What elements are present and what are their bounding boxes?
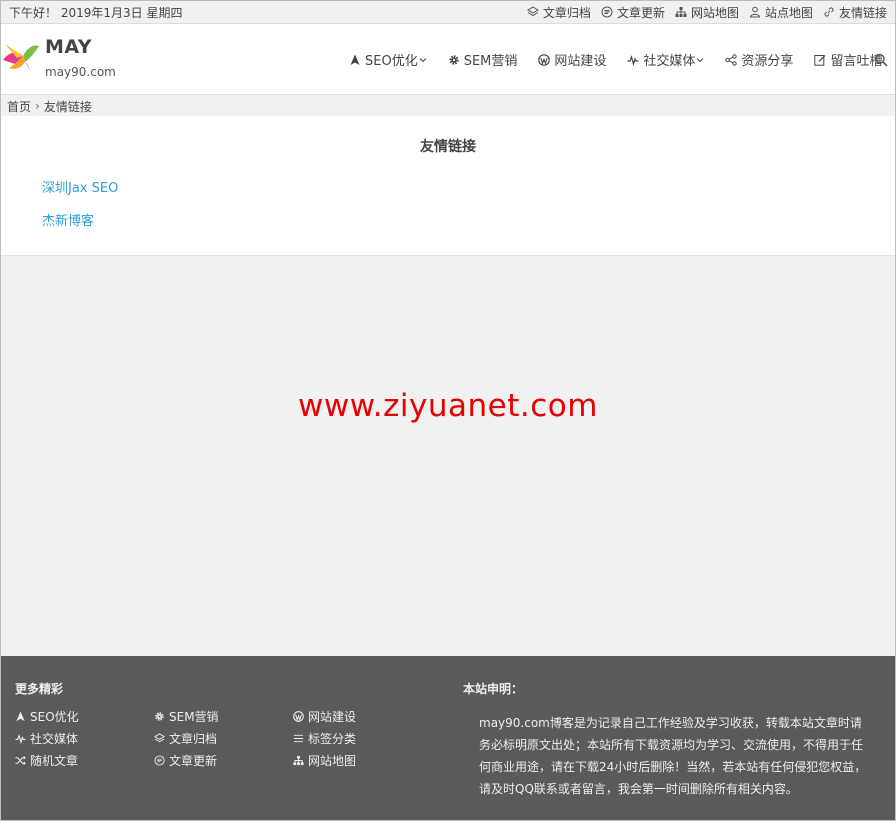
footer-link-label: 社交媒体	[30, 732, 79, 746]
footer-link-updates[interactable]: 文章更新	[154, 752, 217, 769]
top-link-archive[interactable]: 文章归档	[526, 4, 591, 21]
top-links: 文章归档 文章更新 网站地图 站点地图 友情链接	[517, 4, 887, 21]
friend-link-item[interactable]: 杰新博客	[42, 210, 94, 229]
footer-notice-title: 本站申明：	[463, 682, 524, 696]
top-link-friend-links[interactable]: 友情链接	[823, 4, 887, 21]
page-title: 友情链接	[420, 139, 476, 155]
top-link-sitemap[interactable]: 网站地图	[675, 4, 739, 21]
content-panel: 友情链接 深圳Jax SEO 杰新博客	[1, 116, 895, 256]
footer-link-label: SEO优化	[30, 710, 79, 724]
breadcrumb: 首页 › 友情链接	[1, 96, 895, 116]
gear-icon	[155, 712, 164, 721]
chevron-down-icon	[419, 57, 427, 62]
footer-link-archive[interactable]: 文章归档	[154, 730, 217, 747]
friend-link-item[interactable]: 深圳Jax SEO	[42, 177, 118, 196]
top-link-site-map[interactable]: 站点地图	[749, 4, 813, 21]
rocket-icon	[350, 54, 360, 65]
layers-icon	[526, 6, 539, 17]
nav-item-label: 社交媒体	[643, 54, 696, 69]
footer-link-sem[interactable]: SEM营销	[154, 708, 219, 725]
main-nav: SEO优化 SEM营销 网站建设 社交媒体 资源分享 留言吐槽	[349, 50, 896, 69]
footer-link-label: 文章归档	[169, 732, 218, 746]
nav-item-label: SEM营销	[463, 54, 518, 69]
site-domain: may90.com	[45, 65, 116, 79]
site-header: MAY may90.com SEO优化 SEM营销 网站建设 社交媒体 资源分享…	[1, 24, 895, 95]
footer-link-random[interactable]: 随机文章	[15, 752, 78, 769]
top-link-label: 文章归档	[542, 5, 591, 20]
layers-icon	[154, 733, 165, 743]
footer-more-title: 更多精彩	[15, 682, 64, 696]
top-bar: 下午好！ 2019年1月3日 星期四 文章归档 文章更新 网站地图 站点地图 友…	[1, 1, 895, 24]
nav-item-label: SEO优化	[365, 54, 418, 69]
share-icon	[725, 53, 738, 66]
footer-link-tags[interactable]: 标签分类	[293, 730, 356, 747]
wordpress-icon	[538, 53, 551, 66]
list-icon	[293, 734, 304, 743]
chevron-down-icon	[697, 57, 704, 62]
pulse-icon	[627, 54, 639, 66]
gear-icon	[449, 54, 459, 65]
nav-item-social[interactable]: 社交媒体	[627, 50, 704, 69]
logo-bird-icon[interactable]	[1, 38, 41, 78]
search-icon[interactable]	[874, 53, 888, 67]
nav-item-label: 资源分享	[741, 54, 794, 69]
rocket-icon	[16, 711, 25, 722]
wordpress-icon	[293, 711, 304, 722]
update-icon	[154, 755, 165, 766]
footer-link-label: 文章更新	[169, 754, 218, 768]
nav-item-web[interactable]: 网站建设	[538, 50, 606, 69]
nav-item-resources[interactable]: 资源分享	[725, 50, 793, 69]
footer-notice-text: may90.com博客是为记录自己工作经验及学习收获，转载本站文章时请务必标明原…	[479, 716, 867, 796]
footer-link-label: 网站地图	[308, 754, 357, 768]
greeting-text: 下午好！ 2019年1月3日 星期四	[9, 5, 183, 20]
site-name[interactable]: MAY	[45, 36, 92, 58]
footer-link-label: 随机文章	[30, 754, 79, 768]
update-icon	[601, 6, 613, 18]
top-link-label: 网站地图	[690, 5, 739, 20]
top-link-label: 文章更新	[616, 5, 665, 20]
breadcrumb-home[interactable]: 首页	[7, 98, 31, 115]
sitemap-icon	[675, 7, 687, 17]
pulse-icon	[15, 733, 26, 744]
site-footer: 更多精彩 SEO优化 SEM营销 网站建设 社交媒体 文章归档 标签分类 随机文…	[1, 656, 895, 820]
nav-item-label: 网站建设	[554, 54, 607, 69]
breadcrumb-current: 友情链接	[43, 99, 92, 114]
footer-link-web[interactable]: 网站建设	[293, 708, 356, 725]
edit-icon	[814, 54, 826, 66]
nav-item-guestbook[interactable]: 留言吐槽	[814, 50, 882, 69]
footer-link-label: 网站建设	[308, 710, 357, 724]
breadcrumb-separator: ›	[35, 99, 40, 113]
footer-link-seo[interactable]: SEO优化	[15, 708, 79, 725]
nav-item-seo[interactable]: SEO优化	[349, 50, 427, 69]
nav-item-sem[interactable]: SEM营销	[448, 50, 518, 69]
user-map-icon	[749, 6, 760, 18]
empty-area: www.ziyuanet.com	[1, 257, 895, 656]
top-link-updates[interactable]: 文章更新	[601, 4, 665, 21]
sitemap-icon	[293, 755, 304, 766]
footer-link-label: SEM营销	[169, 710, 219, 724]
footer-link-sitemap[interactable]: 网站地图	[293, 752, 356, 769]
footer-link-social[interactable]: 社交媒体	[15, 730, 78, 747]
footer-link-label: 标签分类	[308, 732, 357, 746]
shuffle-icon	[15, 756, 26, 765]
watermark-text: www.ziyuanet.com	[298, 388, 598, 424]
top-link-label: 友情链接	[838, 5, 887, 20]
top-link-label: 站点地图	[764, 5, 813, 20]
link-icon	[824, 7, 834, 17]
